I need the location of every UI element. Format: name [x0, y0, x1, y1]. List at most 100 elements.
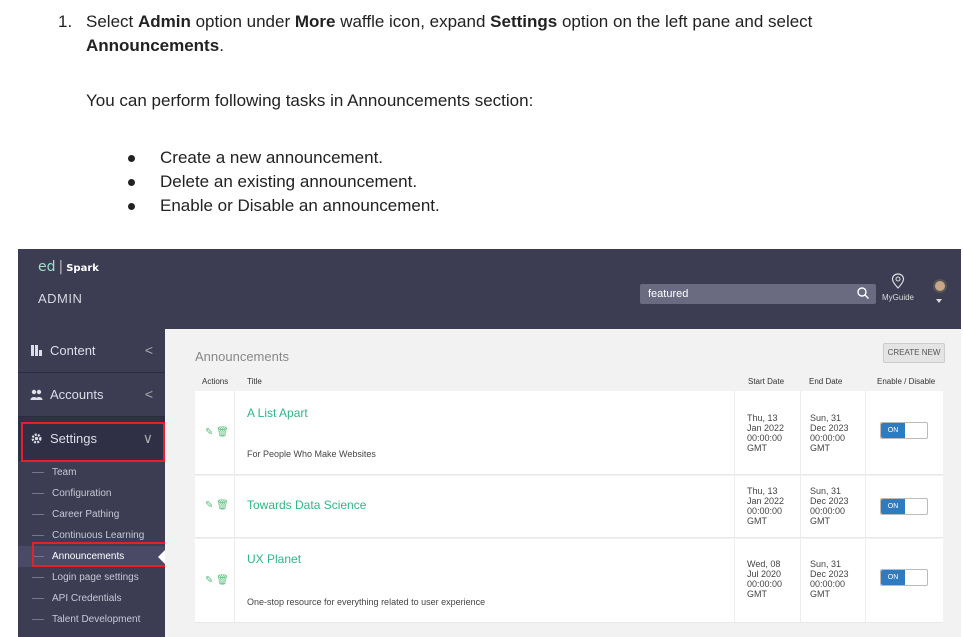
sidebar-item-content[interactable]: Content <: [18, 329, 165, 373]
date-line: Thu, 13: [747, 486, 778, 496]
enable-toggle[interactable]: ON: [880, 569, 928, 586]
sidebar-item-label: Accounts: [50, 387, 104, 402]
submenu-label: Team: [52, 467, 77, 478]
submenu-label: Login page settings: [52, 572, 139, 583]
date-line: 00:00:00: [810, 433, 846, 443]
trash-icon[interactable]: 🗑: [216, 427, 229, 438]
submenu-label: Talent Development: [52, 614, 141, 625]
announcement-subtitle: One-stop resource for everything related…: [247, 597, 486, 607]
bullet-icon: [128, 179, 135, 186]
search-box[interactable]: [640, 284, 876, 304]
list-item-text: Enable or Disable an announcement.: [160, 196, 440, 215]
enable-toggle[interactable]: ON: [880, 422, 928, 439]
submenu-item-talent-development[interactable]: Talent Development: [18, 609, 165, 630]
chevron-down-icon[interactable]: [936, 299, 942, 303]
column-header-end-date: End Date: [809, 377, 843, 386]
row-actions: ✎ 🗑: [195, 539, 235, 622]
date-line: 00:00:00: [810, 506, 846, 516]
enable-toggle[interactable]: ON: [880, 498, 928, 515]
row-title-cell: UX Planet One-stop resource for everythi…: [235, 539, 735, 622]
date-line: Dec 2023: [810, 569, 849, 579]
search-input[interactable]: [640, 284, 840, 304]
list-item: Create a new announcement.: [128, 146, 440, 170]
tree-line: [32, 577, 44, 578]
avatar[interactable]: [933, 279, 947, 293]
sidebar-item-label: Content: [50, 343, 96, 358]
submenu-item-team[interactable]: Team: [18, 462, 165, 483]
myguide-button[interactable]: MyGuide: [878, 273, 918, 302]
task-list: Create a new announcement. Delete an exi…: [128, 146, 440, 218]
trash-icon[interactable]: 🗑: [216, 500, 229, 511]
row-actions: ✎ 🗑: [195, 391, 235, 474]
start-date: Thu, 13 Jan 2022 00:00:00 GMT: [747, 486, 807, 526]
instruction-document: 1. Select Admin option under More waffle…: [0, 0, 963, 246]
location-pin-icon: [891, 273, 905, 289]
submenu-label: Career Pathing: [52, 509, 120, 520]
list-item-text: Delete an existing announcement.: [160, 172, 418, 191]
date-line: Jul 2020: [747, 569, 782, 579]
app-logo[interactable]: ed | Spark: [38, 259, 99, 275]
trash-icon[interactable]: 🗑: [216, 575, 229, 586]
announcement-title[interactable]: Towards Data Science: [247, 498, 366, 512]
start-date: Thu, 13 Jan 2022 00:00:00 GMT: [747, 413, 807, 453]
step-text-part: waffle icon, expand: [335, 12, 491, 31]
date-line: GMT: [810, 443, 830, 453]
edit-icon[interactable]: ✎: [205, 500, 213, 511]
announcement-title[interactable]: UX Planet: [247, 552, 301, 566]
date-line: Dec 2023: [810, 496, 849, 506]
admin-app-screenshot: ed|Spark ADMIN MyGuide Content < Account…: [18, 249, 961, 637]
step-text-part: option on the left pane and select: [557, 12, 813, 31]
step-1: 1. Select Admin option under More waffle…: [58, 10, 918, 58]
end-date: Sun, 31 Dec 2023 00:00:00 GMT: [810, 486, 870, 526]
date-line: Jan 2022: [747, 496, 785, 506]
logo-ed: ed: [38, 259, 56, 275]
date-line: Jan 2022: [747, 423, 785, 433]
list-item: Enable or Disable an announcement.: [128, 194, 440, 218]
submenu-label: Continuous Learning: [52, 530, 145, 541]
sidebar: Content < Accounts < Settings ∨ Team Con…: [18, 329, 168, 637]
edit-icon[interactable]: ✎: [205, 575, 213, 586]
submenu-label: Configuration: [52, 488, 112, 499]
cell-divider: [800, 476, 801, 537]
highlight-box-settings: [21, 422, 165, 462]
date-line: Sun, 31: [810, 559, 842, 569]
column-header-start-date: Start Date: [748, 377, 785, 386]
list-item: Delete an existing announcement.: [128, 170, 440, 194]
date-line: GMT: [747, 443, 767, 453]
sidebar-item-accounts[interactable]: Accounts <: [18, 373, 165, 417]
logo-spark: Spark: [66, 263, 99, 274]
announcement-title[interactable]: A List Apart: [247, 406, 308, 420]
date-line: Thu, 13: [747, 413, 778, 423]
logo-separator: |: [58, 259, 64, 275]
content-icon: [31, 345, 42, 356]
submenu-label: API Credentials: [52, 593, 122, 604]
users-icon: [30, 389, 43, 400]
cell-divider: [800, 539, 801, 622]
main-panel: Announcements CREATE NEW Actions Title S…: [165, 329, 961, 637]
submenu-item-configuration[interactable]: Configuration: [18, 483, 165, 504]
tree-line: [32, 535, 44, 536]
submenu-item-api-credentials[interactable]: API Credentials: [18, 588, 165, 609]
tree-line: [32, 472, 44, 473]
intro-text: You can perform following tasks in Annou…: [86, 91, 534, 110]
bullet-icon: [128, 203, 135, 210]
cell-divider: [800, 391, 801, 474]
start-date: Wed, 08 Jul 2020 00:00:00 GMT: [747, 559, 807, 599]
date-line: Sun, 31: [810, 413, 842, 423]
submenu-item-login-page-settings[interactable]: Login page settings: [18, 567, 165, 588]
tree-line: [32, 514, 44, 515]
create-new-button[interactable]: CREATE NEW: [883, 343, 945, 363]
toggle-on-label: ON: [881, 499, 905, 514]
edit-icon[interactable]: ✎: [205, 427, 213, 438]
end-date: Sun, 31 Dec 2023 00:00:00 GMT: [810, 413, 870, 453]
step-text: Select Admin option under More waffle ic…: [86, 10, 918, 58]
toggle-on-label: ON: [881, 423, 905, 438]
step-text-bold: Admin: [137, 12, 191, 31]
search-icon[interactable]: [856, 286, 870, 300]
column-header-actions: Actions: [202, 377, 229, 386]
step-text-part: option under: [190, 12, 295, 31]
row-actions: ✎ 🗑: [195, 476, 235, 537]
row-title-cell: Towards Data Science: [235, 476, 735, 537]
submenu-item-career-pathing[interactable]: Career Pathing: [18, 504, 165, 525]
tree-line: [32, 619, 44, 620]
